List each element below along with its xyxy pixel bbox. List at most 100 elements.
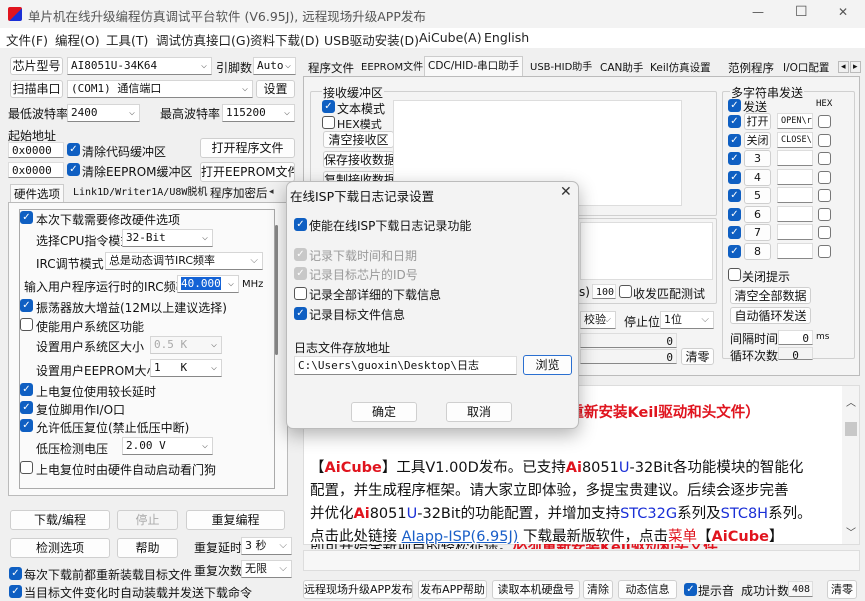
loop-interval-input[interactable]: 0 (778, 330, 813, 345)
multi-row-checkbox[interactable]: ✓ (728, 226, 741, 239)
multi-row-value-input[interactable] (777, 224, 813, 240)
repeat-program-button[interactable]: 重复编程 (186, 510, 285, 530)
multi-row-value-input[interactable]: CLOSE\ (777, 131, 813, 148)
tab-can[interactable]: CAN助手 (597, 59, 646, 77)
lvr-checkbox[interactable]: ✓ (20, 419, 33, 432)
stop-bits-select[interactable]: 1位 ⌵ (660, 311, 714, 329)
multi-row-hex-checkbox[interactable] (818, 115, 831, 128)
multi-row-send-button[interactable]: 3 (744, 150, 771, 167)
multi-row-value-input[interactable] (777, 187, 813, 203)
osc-gain-checkbox[interactable]: ✓ (20, 299, 33, 312)
minimize-button[interactable]: — (752, 5, 764, 19)
multi-row-checkbox[interactable]: ✓ (728, 170, 741, 184)
port-select[interactable]: (COM1) 通信端口 ⌵ (67, 80, 253, 98)
repeat-count-select[interactable]: 无限 ⌵ (241, 560, 292, 578)
parity-select[interactable]: 校验 ⌵ (580, 311, 616, 329)
menu-usb-driver[interactable]: USB驱动安装(D) (324, 30, 419, 49)
tab-examples[interactable]: 范例程序 (725, 59, 777, 77)
port-settings-button[interactable]: 设置 (256, 80, 295, 98)
record-file-info-checkbox[interactable]: ✓ (294, 307, 307, 320)
eeprom-size-select[interactable]: 1 K ⌵ (150, 359, 222, 377)
tab-io-config[interactable]: I/O口配置 (780, 59, 832, 77)
tab-hardware-options[interactable]: 硬件选项 (10, 184, 64, 202)
reset-count-button[interactable]: 清零 (827, 580, 857, 599)
multi-row-hex-checkbox[interactable] (818, 207, 831, 221)
lvd-select[interactable]: 2.00 V ⌵ (122, 437, 213, 455)
info-text-segment[interactable]: AIapp-ISP(6.95J) (402, 529, 519, 545)
modify-options-checkbox[interactable]: ✓ (20, 211, 33, 224)
multi-row-value-input[interactable] (777, 205, 813, 222)
multi-row-hex-checkbox[interactable] (818, 170, 831, 184)
multi-row-hex-checkbox[interactable] (818, 152, 831, 165)
multi-row-send-button[interactable]: 关闭 (744, 131, 771, 149)
stop-button[interactable]: 停止 (117, 510, 178, 530)
menu-debug[interactable]: 调试仿真接口(G) (156, 30, 250, 49)
irc-freq-input[interactable]: 40.000 ⌵ (177, 275, 239, 293)
send-textarea[interactable] (580, 222, 713, 280)
eeprom-start-address-input[interactable]: 0x0000 (8, 162, 64, 178)
scroll-up-icon[interactable]: ︿ (846, 394, 856, 409)
menu-tools[interactable]: 工具(T) (106, 30, 148, 49)
clear-button[interactable]: 清除 (583, 580, 613, 599)
menu-english[interactable]: English (484, 30, 529, 45)
multi-row-checkbox[interactable]: ✓ (728, 207, 741, 221)
publish-help-button[interactable]: 发布APP帮助 (418, 580, 487, 599)
dialog-close-icon[interactable]: ✕ (560, 184, 572, 200)
tab-scroll-right-icon[interactable]: ▸ (850, 61, 861, 73)
scan-port-button[interactable]: 扫描串口 (10, 80, 63, 98)
beep-checkbox[interactable]: ✓ (684, 583, 697, 596)
auto-loop-send-button[interactable]: 自动循环发送 (730, 307, 811, 324)
maximize-button[interactable]: ☐ (795, 4, 808, 20)
save-receive-button[interactable]: 保存接收数据 (323, 151, 394, 168)
cpu-mode-select[interactable]: 32-Bit ⌵ (122, 229, 213, 247)
send-interval-input[interactable]: 100 (592, 284, 616, 299)
irc-mode-select[interactable]: 总是动态调节IRC频率 ⌵ (105, 252, 263, 270)
menu-program[interactable]: 编程(O) (55, 30, 100, 49)
auto-send-on-change-checkbox[interactable]: ✓ (9, 585, 22, 598)
pins-select[interactable]: Auto ⌵ (253, 57, 296, 75)
record-all-checkbox[interactable] (294, 287, 307, 300)
tab-keil-settings[interactable]: Keil仿真设置 (647, 59, 714, 77)
tab-scroll-left-icon[interactable]: ◂ (838, 61, 849, 73)
log-path-input[interactable]: C:\Users\guoxin\Desktop\日志 (294, 356, 517, 375)
download-program-button[interactable]: 下载/编程 (10, 510, 110, 530)
multi-row-send-button[interactable]: 6 (744, 205, 771, 223)
multi-row-checkbox[interactable]: ✓ (728, 133, 741, 147)
info-scrollbar[interactable]: ︿ ﹀ (842, 386, 859, 544)
multi-row-send-button[interactable]: 8 (744, 242, 771, 260)
browse-button[interactable]: 浏览 (523, 355, 572, 375)
tab-eeprom-file[interactable]: EEPROM文件 (358, 59, 426, 77)
dynamic-info-button[interactable]: 动态信息 (618, 580, 677, 599)
max-baud-select[interactable]: 115200 ⌵ (222, 104, 295, 122)
clear-all-data-button[interactable]: 清空全部数据 (730, 287, 811, 304)
multi-row-hex-checkbox[interactable] (818, 226, 831, 239)
clear-code-buffer-checkbox[interactable]: ✓ (67, 143, 80, 156)
tab-cdc-hid-serial[interactable]: CDC/HID-串口助手 (424, 56, 524, 76)
tab-usb-hid[interactable]: USB-HID助手 (527, 59, 595, 77)
match-test-checkbox[interactable] (619, 285, 632, 298)
user-sys-area-checkbox[interactable] (20, 318, 33, 331)
min-baud-select[interactable]: 2400 ⌵ (67, 104, 140, 122)
multi-row-checkbox[interactable]: ✓ (728, 244, 741, 258)
reload-before-download-checkbox[interactable]: ✓ (9, 567, 22, 580)
check-options-button[interactable]: 检测选项 (10, 538, 110, 558)
multi-row-value-input[interactable] (777, 168, 813, 185)
wdt-checkbox[interactable] (20, 461, 33, 474)
multi-row-value-input[interactable]: OPEN\r (777, 113, 813, 129)
clear-eeprom-buffer-checkbox[interactable]: ✓ (67, 163, 80, 176)
read-disk-id-button[interactable]: 读取本机硬盘号 (492, 580, 580, 599)
ok-button[interactable]: 确定 (351, 402, 417, 422)
menu-file[interactable]: 文件(F) (6, 30, 48, 49)
open-eeprom-file-button[interactable]: 打开EEPROM文件 (200, 162, 295, 182)
multi-row-send-button[interactable]: 7 (744, 224, 771, 241)
tab-offline-writer[interactable]: Link1D/Writer1A/U8W脱机 (70, 184, 210, 202)
multi-row-hex-checkbox[interactable] (818, 133, 831, 147)
scrollbar-thumb[interactable] (845, 422, 857, 436)
scroll-down-icon[interactable]: ﹀ (846, 524, 856, 539)
close-tip-checkbox[interactable] (728, 268, 741, 281)
multi-row-send-button[interactable]: 打开 (744, 113, 771, 130)
clear-receive-button[interactable]: 清空接收区 (323, 131, 394, 148)
multi-row-hex-checkbox[interactable] (818, 244, 831, 258)
chip-model-select[interactable]: AI8051U-34K64 ⌵ (67, 57, 212, 75)
loop-count-input[interactable]: 0 (778, 347, 813, 360)
